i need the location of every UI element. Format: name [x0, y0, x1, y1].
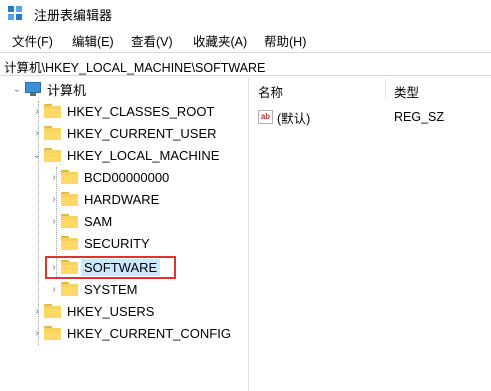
- tree-item-label: HARDWARE: [84, 191, 160, 207]
- menu-bar: 文件(F) 编辑(E) 查看(V) 收藏夹(A) 帮助(H): [0, 27, 491, 49]
- computer-icon: [24, 82, 42, 96]
- folder-icon: [61, 282, 78, 296]
- chevron-right-icon[interactable]: ›: [30, 100, 44, 122]
- tree-item-label: HKEY_USERS: [67, 303, 155, 319]
- chevron-right-icon[interactable]: ›: [47, 210, 61, 232]
- folder-icon: [44, 126, 61, 140]
- tree-item-label: HKEY_CLASSES_ROOT: [67, 103, 215, 119]
- tree-item-hkey-classes-root[interactable]: › HKEY_CLASSES_ROOT: [30, 100, 214, 122]
- tree-item-label: HKEY_LOCAL_MACHINE: [67, 147, 220, 163]
- highlight-box: [45, 256, 176, 279]
- chevron-right-icon[interactable]: ›: [30, 322, 44, 344]
- tree-item-label: HKEY_CURRENT_CONFIG: [67, 325, 231, 341]
- folder-icon: [44, 148, 61, 162]
- folder-icon: [61, 170, 78, 184]
- tree-item-label: SAM: [84, 213, 113, 229]
- chevron-right-icon[interactable]: ›: [47, 166, 61, 188]
- folder-icon: [61, 236, 78, 250]
- folder-icon: [61, 214, 78, 228]
- value-name: (默认): [277, 111, 311, 126]
- column-header-name[interactable]: 名称: [258, 77, 283, 101]
- chevron-down-icon[interactable]: ⌄: [10, 78, 24, 100]
- menu-file[interactable]: 文件(F): [12, 31, 53, 50]
- tree-item-bcd00000000[interactable]: › BCD00000000: [47, 166, 169, 188]
- folder-icon: [44, 304, 61, 318]
- regedit-icon: [7, 5, 23, 21]
- column-divider[interactable]: [385, 79, 386, 99]
- tree-item-hardware[interactable]: › HARDWARE: [47, 188, 159, 210]
- address-path[interactable]: 计算机\HKEY_LOCAL_MACHINE\SOFTWARE: [4, 57, 265, 76]
- menu-edit[interactable]: 编辑(E): [72, 31, 114, 50]
- chevron-right-icon[interactable]: ›: [30, 300, 44, 322]
- chevron-right-icon[interactable]: ›: [47, 188, 61, 210]
- tree-item-computer[interactable]: ⌄ 计算机: [10, 78, 86, 100]
- tree-item-label: SYSTEM: [84, 281, 138, 297]
- tree-pane[interactable]: ⌄ 计算机 › HKEY_CLASSES_ROOT › HKEY_CURRENT…: [0, 77, 249, 391]
- chevron-down-icon[interactable]: ⌄: [30, 144, 44, 166]
- folder-icon: [44, 326, 61, 340]
- string-value-icon: ab: [258, 110, 273, 124]
- values-pane[interactable]: 名称 类型 ab (默认) REG_SZ: [250, 77, 491, 391]
- folder-icon: [44, 104, 61, 118]
- address-bar[interactable]: 计算机\HKEY_LOCAL_MACHINE\SOFTWARE: [0, 52, 491, 76]
- tree-item-label: HKEY_CURRENT_USER: [67, 125, 217, 141]
- column-header-type[interactable]: 类型: [394, 77, 419, 101]
- menu-favorites[interactable]: 收藏夹(A): [193, 31, 247, 50]
- tree-item-label: SECURITY: [84, 235, 150, 251]
- tree-item-label: BCD00000000: [84, 169, 170, 185]
- title-bar: 注册表编辑器: [0, 0, 491, 26]
- window-title: 注册表编辑器: [34, 8, 113, 23]
- tree-item-hkey-local-machine[interactable]: ⌄ HKEY_LOCAL_MACHINE: [30, 144, 220, 166]
- tree-item-label: 计算机: [47, 82, 87, 98]
- menu-view[interactable]: 查看(V): [131, 31, 173, 50]
- chevron-right-icon[interactable]: ›: [47, 278, 61, 300]
- chevron-right-icon[interactable]: ›: [30, 122, 44, 144]
- tree-item-sam[interactable]: › SAM: [47, 210, 112, 232]
- tree-item-hkey-current-config[interactable]: › HKEY_CURRENT_CONFIG: [30, 322, 231, 344]
- tree-item-system[interactable]: › SYSTEM: [47, 278, 137, 300]
- menu-help[interactable]: 帮助(H): [264, 31, 306, 50]
- tree-item-hkey-current-user[interactable]: › HKEY_CURRENT_USER: [30, 122, 217, 144]
- value-row-default[interactable]: ab (默认): [258, 107, 310, 127]
- value-type: REG_SZ: [394, 110, 445, 124]
- folder-icon: [61, 192, 78, 206]
- tree-item-security[interactable]: SECURITY: [47, 232, 150, 254]
- tree-item-hkey-users[interactable]: › HKEY_USERS: [30, 300, 154, 322]
